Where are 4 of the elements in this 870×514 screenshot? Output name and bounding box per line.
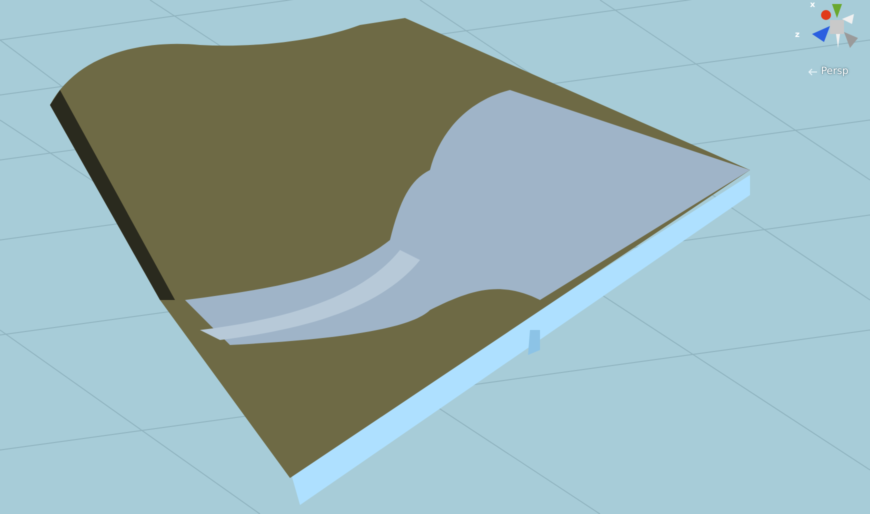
arrow-left-icon — [808, 68, 818, 76]
projection-label[interactable]: Persp — [821, 66, 848, 77]
axis-label: x — [810, 1, 816, 9]
axis-label: z — [795, 31, 800, 39]
